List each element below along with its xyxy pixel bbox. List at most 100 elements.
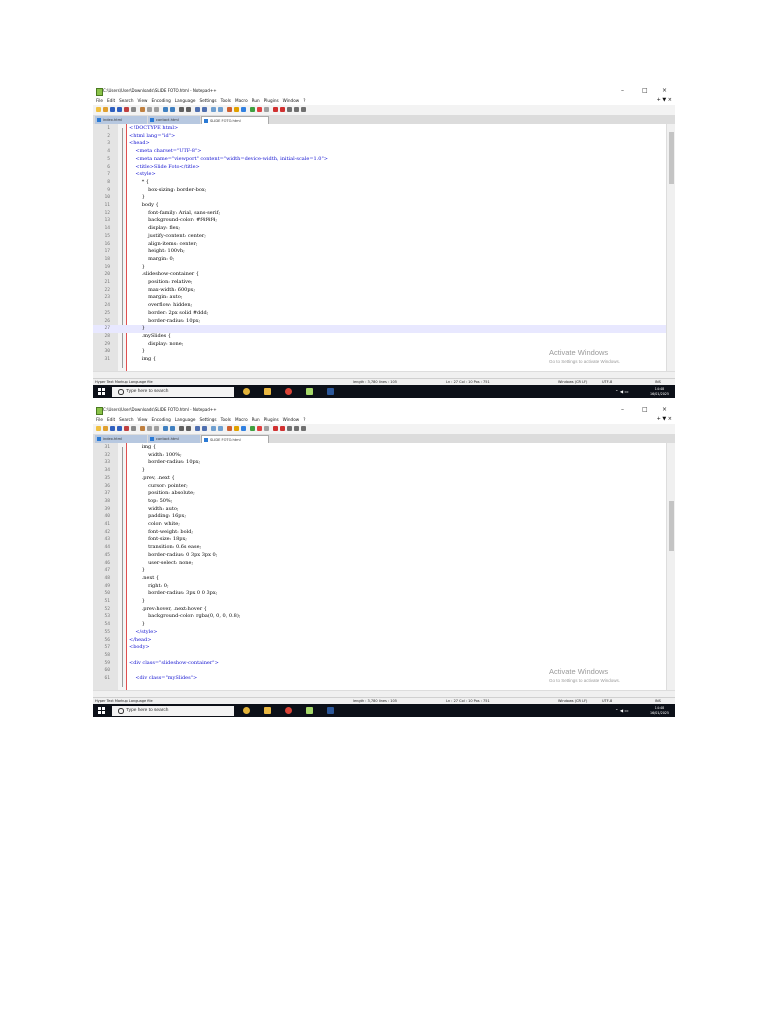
code-line[interactable]: 36 cursor: pointer; xyxy=(93,483,667,491)
code-line[interactable]: 35 .prev, .next { xyxy=(93,475,667,483)
menu-view[interactable]: View xyxy=(138,98,148,103)
taskbar-search-box[interactable]: Type here to search xyxy=(112,386,234,397)
undo-icon[interactable] xyxy=(163,426,168,431)
tab-contact-html[interactable]: contact.html xyxy=(148,116,200,124)
save-all-icon[interactable] xyxy=(117,107,122,112)
show-all-chars-icon[interactable] xyxy=(234,107,239,112)
code-line[interactable]: 46 user-select: none; xyxy=(93,560,667,568)
doc-map-icon[interactable] xyxy=(250,107,255,112)
code-line[interactable]: 43 font-size: 18px; xyxy=(93,536,667,544)
menu-window[interactable]: Window xyxy=(283,98,300,103)
code-line[interactable]: 18 margin: 0; xyxy=(93,256,667,264)
code-line[interactable]: 50 border-radius: 3px 0 0 3px; xyxy=(93,590,667,598)
menu-file[interactable]: File xyxy=(96,417,103,422)
menu-help[interactable]: ? xyxy=(303,98,305,103)
document-window-controls[interactable]: + ▼ × xyxy=(657,96,672,105)
print-icon[interactable] xyxy=(131,426,136,431)
code-line[interactable]: 13 background-color: #f4f4f4; xyxy=(93,217,667,225)
menu-edit[interactable]: Edit xyxy=(107,98,115,103)
menu-macro[interactable]: Macro xyxy=(235,98,248,103)
indent-guide-icon[interactable] xyxy=(241,107,246,112)
code-line[interactable]: 17 height: 100vh; xyxy=(93,248,667,256)
code-line[interactable]: 23 margin: auto; xyxy=(93,294,667,302)
taskbar-clock[interactable]: 14:48 16/01/2025 xyxy=(650,706,669,715)
menu-help[interactable]: ? xyxy=(303,417,305,422)
menu-view[interactable]: View xyxy=(138,417,148,422)
code-line[interactable]: 10 } xyxy=(93,194,667,202)
code-line[interactable]: 26 border-radius: 10px; xyxy=(93,318,667,326)
copy-icon[interactable] xyxy=(147,426,152,431)
code-line[interactable]: 55 </style> xyxy=(93,629,667,637)
code-line[interactable]: 32 width: 100%; xyxy=(93,452,667,460)
menu-edit[interactable]: Edit xyxy=(107,417,115,422)
find-icon[interactable] xyxy=(179,426,184,431)
taskbar-clock[interactable]: 14:48 16/01/2025 xyxy=(650,387,669,396)
redo-icon[interactable] xyxy=(170,107,175,112)
code-line[interactable]: 34 } xyxy=(93,467,667,475)
vertical-scrollbar[interactable] xyxy=(666,124,675,371)
undo-icon[interactable] xyxy=(163,107,168,112)
sync-horizontal-icon[interactable] xyxy=(218,107,223,112)
code-line[interactable]: 37 position: absolute; xyxy=(93,490,667,498)
paste-icon[interactable] xyxy=(154,426,159,431)
word-wrap-icon[interactable] xyxy=(227,426,232,431)
code-line[interactable]: 25 border: 2px solid #ddd; xyxy=(93,310,667,318)
code-line[interactable]: 42 font-weight: bold; xyxy=(93,529,667,537)
stop-record-icon[interactable] xyxy=(280,107,285,112)
find-icon[interactable] xyxy=(179,107,184,112)
indent-guide-icon[interactable] xyxy=(241,426,246,431)
code-line[interactable]: 28 .mySlides { xyxy=(93,333,667,341)
windows-start-icon[interactable] xyxy=(98,388,105,395)
menu-encoding[interactable]: Encoding xyxy=(151,98,170,103)
minimize-button[interactable]: – xyxy=(621,86,624,96)
replace-icon[interactable] xyxy=(186,426,191,431)
run-macro-multiple-icon[interactable] xyxy=(294,426,299,431)
menu-run[interactable]: Run xyxy=(252,98,260,103)
close-file-icon[interactable] xyxy=(124,426,129,431)
code-line[interactable]: 15 justify-content: center; xyxy=(93,233,667,241)
code-line[interactable]: 20 .slideshow-container { xyxy=(93,271,667,279)
open-file-icon[interactable] xyxy=(103,107,108,112)
word-icon[interactable] xyxy=(327,707,334,714)
zoom-in-icon[interactable] xyxy=(195,426,200,431)
tab-slide-foto-html[interactable]: SLIDE FOTO.html xyxy=(201,116,269,124)
code-line[interactable]: 5 <meta name="viewport" content="width=d… xyxy=(93,156,667,164)
menu-search[interactable]: Search xyxy=(119,98,133,103)
code-line[interactable]: 56 </head> xyxy=(93,637,667,645)
code-line[interactable]: 6 <title>Slide Foto</title> xyxy=(93,164,667,172)
code-line[interactable]: 22 max-width: 600px; xyxy=(93,287,667,295)
new-file-icon[interactable] xyxy=(96,426,101,431)
sync-vertical-icon[interactable] xyxy=(211,426,216,431)
code-line[interactable]: 14 display: flex; xyxy=(93,225,667,233)
stop-record-icon[interactable] xyxy=(280,426,285,431)
show-all-chars-icon[interactable] xyxy=(234,426,239,431)
save-all-icon[interactable] xyxy=(117,426,122,431)
save-icon[interactable] xyxy=(110,107,115,112)
code-line[interactable]: 51 } xyxy=(93,598,667,606)
menu-file[interactable]: File xyxy=(96,98,103,103)
redo-icon[interactable] xyxy=(170,426,175,431)
menu-encoding[interactable]: Encoding xyxy=(151,417,170,422)
open-file-icon[interactable] xyxy=(103,426,108,431)
menu-tools[interactable]: Tools xyxy=(221,417,231,422)
record-macro-icon[interactable] xyxy=(273,107,278,112)
sync-vertical-icon[interactable] xyxy=(211,107,216,112)
sync-horizontal-icon[interactable] xyxy=(218,426,223,431)
tab-index-html[interactable]: index.html xyxy=(95,435,147,443)
menu-run[interactable]: Run xyxy=(252,417,260,422)
code-editor[interactable]: 1 <!DOCTYPE html> 2 <html lang="id"> 3 <head>… xyxy=(93,124,675,371)
new-file-icon[interactable] xyxy=(96,107,101,112)
windows-start-icon[interactable] xyxy=(98,707,105,714)
notepad-plus-plus-icon[interactable] xyxy=(306,707,313,714)
copy-icon[interactable] xyxy=(147,107,152,112)
notepad-plus-plus-icon[interactable] xyxy=(306,388,313,395)
paste-icon[interactable] xyxy=(154,107,159,112)
code-line[interactable]: 48 .next { xyxy=(93,575,667,583)
vertical-scrollbar[interactable] xyxy=(666,443,675,690)
code-line[interactable]: 11 body { xyxy=(93,202,667,210)
cut-icon[interactable] xyxy=(140,426,145,431)
code-line[interactable]: 24 overflow: hidden; xyxy=(93,302,667,310)
zoom-out-icon[interactable] xyxy=(202,107,207,112)
code-line[interactable]: 54 } xyxy=(93,621,667,629)
function-list-icon[interactable] xyxy=(257,426,262,431)
